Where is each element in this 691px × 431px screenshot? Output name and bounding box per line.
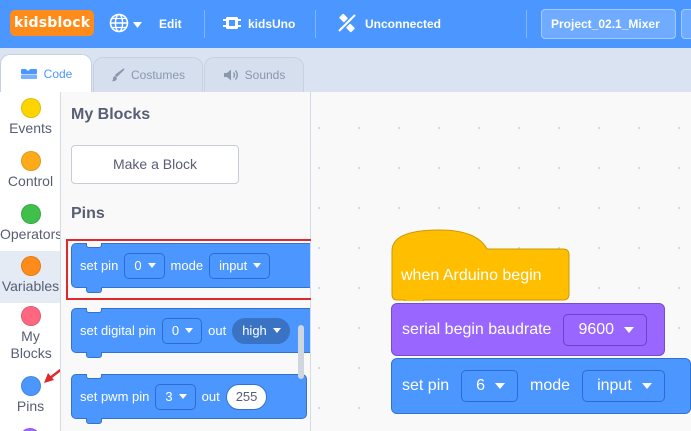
pwm-value-input[interactable]: 255 [225, 383, 268, 410]
connection-menu[interactable]: Unconnected [337, 0, 441, 48]
serial-begin-block[interactable]: serial begin baudrate 9600 [391, 303, 665, 356]
block-tab [86, 352, 102, 358]
set-pin-workspace-block[interactable]: set pin 6 mode input [391, 358, 691, 414]
tab-code-label: Code [43, 66, 73, 81]
menu-divider [204, 10, 205, 38]
block-label: out [208, 323, 227, 338]
block-label: set pwm pin [80, 389, 150, 404]
events-color-dot [20, 98, 41, 118]
caret-down-icon [272, 328, 281, 333]
pins-color-dot [20, 376, 41, 396]
highlight-box [66, 239, 320, 300]
pin-dropdown[interactable]: 0 [161, 317, 203, 344]
tab-costumes[interactable]: Costumes [93, 57, 203, 92]
globe-icon [109, 13, 129, 36]
caret-down-icon [185, 328, 194, 333]
tab-code[interactable]: Code [0, 54, 92, 92]
block-label: set digital pin [80, 323, 156, 338]
make-a-block-button[interactable]: Make a Block [71, 145, 239, 184]
project-share-button[interactable] [681, 9, 691, 39]
device-label: kidsUno [248, 17, 296, 31]
set-pwm-pin-block[interactable]: set pwm pin 3 out 255 [71, 374, 307, 424]
my-blocks-color-dot [20, 306, 41, 326]
caret-down-icon [641, 383, 652, 389]
block-notch [86, 308, 102, 313]
menu-divider [315, 10, 316, 38]
script-workspace[interactable]: when Arduino begin serial begin baudrate… [311, 92, 691, 431]
editor-tabs: Code Costumes Sounds [0, 48, 691, 92]
category-events[interactable]: Events [0, 98, 60, 144]
category-label: Control [7, 173, 54, 189]
tab-sounds[interactable]: Sounds [204, 57, 304, 92]
block-label: set pin [402, 377, 450, 394]
pin-dropdown[interactable]: 6 [461, 370, 519, 402]
connection-status: Unconnected [365, 17, 442, 31]
menu-bar: kidsblock Edit kidsUno Unconnected Proje… [0, 0, 691, 48]
tab-sounds-label: Sounds [244, 68, 286, 82]
when-arduino-begin-hat-shape [391, 229, 570, 301]
tab-costumes-label: Costumes [130, 68, 186, 82]
level-value: high [242, 323, 267, 338]
speaker-icon [223, 68, 239, 82]
chip-icon [223, 15, 241, 34]
block-tab [86, 418, 102, 424]
variables-color-dot [20, 256, 41, 276]
menu-divider [526, 10, 527, 38]
when-arduino-begin-block[interactable]: when Arduino begin [401, 267, 542, 285]
edit-menu[interactable]: Edit [159, 0, 182, 48]
block-label: out [201, 389, 220, 404]
control-color-dot [20, 151, 41, 171]
pin-value: 6 [476, 377, 486, 394]
pin-value: 3 [165, 389, 173, 404]
caret-down-icon [624, 326, 635, 333]
category-operators[interactable]: Operators [0, 204, 61, 250]
brush-icon [111, 68, 125, 82]
level-dropdown[interactable]: high [232, 317, 290, 344]
palette-scrollbar[interactable] [298, 325, 304, 379]
red-arrow-icon [44, 368, 60, 383]
caret-down-icon [495, 383, 506, 389]
block-notch [86, 374, 102, 379]
category-variables[interactable]: Variables [0, 251, 60, 303]
project-title-field[interactable]: Project_02.1_Mixer [541, 9, 676, 39]
pin-dropdown[interactable]: 3 [155, 383, 196, 410]
category-control[interactable]: Control [0, 151, 60, 197]
block-label: mode [530, 377, 571, 394]
category-label: Pins [16, 398, 45, 414]
device-menu[interactable]: kidsUno [223, 0, 295, 48]
kidsblock-logo[interactable]: kidsblock [10, 10, 95, 36]
category-menu: Events Control Operators Variables My Bl… [0, 92, 61, 431]
set-digital-pin-block[interactable]: set digital pin 0 out high [71, 308, 310, 358]
baudrate-value: 9600 [578, 320, 615, 338]
category-label: Variables [1, 278, 60, 294]
mode-value: input [597, 377, 632, 394]
pin-value: 0 [171, 323, 180, 338]
caret-down-icon [178, 394, 187, 399]
code-icon [20, 68, 38, 80]
pins-heading: Pins [71, 205, 105, 222]
unplugged-icon [337, 13, 357, 36]
category-my-blocks[interactable]: My Blocks [0, 306, 60, 368]
my-blocks-heading: My Blocks [71, 106, 151, 123]
category-label: Events [9, 120, 52, 136]
category-label: My Blocks [10, 328, 52, 361]
chevron-down-icon [133, 17, 142, 31]
operators-color-dot [20, 204, 41, 224]
baudrate-dropdown[interactable]: 9600 [563, 313, 648, 346]
block-label: serial begin baudrate [402, 320, 552, 338]
category-label: Operators [0, 226, 61, 242]
language-menu[interactable] [109, 0, 142, 48]
mode-dropdown[interactable]: input [582, 370, 665, 402]
